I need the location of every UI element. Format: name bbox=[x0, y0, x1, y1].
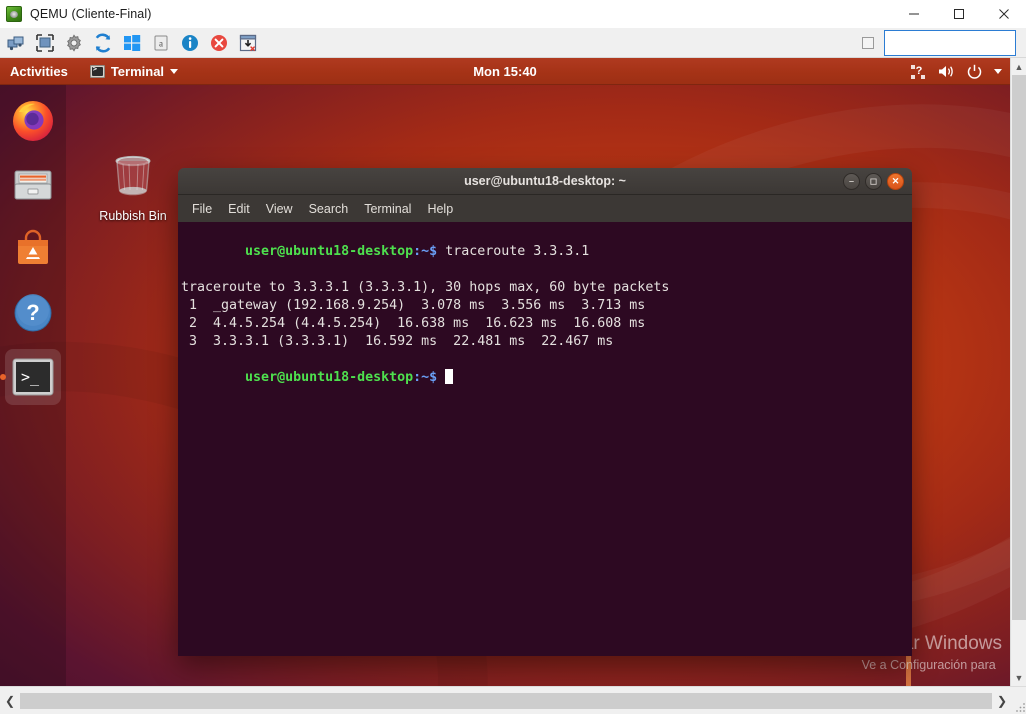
terminal-minimize-icon[interactable]: – bbox=[843, 173, 860, 190]
info-icon[interactable] bbox=[177, 30, 203, 56]
menu-terminal[interactable]: Terminal bbox=[364, 202, 411, 216]
menu-edit[interactable]: Edit bbox=[228, 202, 250, 216]
qemu-window-controls bbox=[891, 0, 1026, 28]
watermark-line2: Ve a Configuración para bbox=[862, 658, 1002, 672]
prompt-command: traceroute 3.3.3.1 bbox=[437, 244, 589, 259]
terminal-line-5: 3 3.3.3.1 (3.3.3.1) 16.592 ms 22.481 ms … bbox=[181, 333, 912, 351]
screen: QEMU (Cliente-Final) bbox=[0, 0, 1026, 714]
svg-text:?: ? bbox=[26, 300, 39, 325]
horizontal-scrollbar[interactable]: ❮ ❯ bbox=[0, 686, 1026, 714]
desktop-icon-rubbish-bin[interactable]: Rubbish Bin bbox=[96, 150, 170, 223]
terminal-line-2: traceroute to 3.3.3.1 (3.3.3.1), 30 hops… bbox=[181, 279, 912, 297]
settings-icon[interactable] bbox=[61, 30, 87, 56]
app-menu-label: Terminal bbox=[111, 64, 164, 79]
windows-icon[interactable] bbox=[119, 30, 145, 56]
dock-item-software[interactable] bbox=[5, 221, 61, 277]
qemu-toolbar: a bbox=[0, 28, 1026, 58]
qemu-window-title: QEMU (Cliente-Final) bbox=[30, 7, 151, 21]
terminal-titlebar[interactable]: user@ubuntu18-desktop: ~ – ◻ ✕ bbox=[178, 168, 912, 195]
svg-text:>_: >_ bbox=[21, 368, 40, 386]
prompt-command-2 bbox=[437, 370, 445, 385]
firefox-icon bbox=[10, 98, 56, 144]
dock-item-files[interactable] bbox=[5, 157, 61, 213]
scroll-up-icon[interactable]: ▲ bbox=[1011, 58, 1026, 75]
prompt-user: user@ubuntu18-desktop bbox=[245, 244, 413, 259]
vertical-scroll-thumb[interactable] bbox=[1012, 75, 1026, 620]
indicators-chevron-down-icon bbox=[994, 69, 1002, 74]
terminal-title-label: user@ubuntu18-desktop: ~ bbox=[464, 174, 626, 188]
terminal-window-controls: – ◻ ✕ bbox=[843, 173, 904, 190]
horizontal-scroll-thumb[interactable] bbox=[20, 693, 992, 709]
scroll-down-icon[interactable]: ▼ bbox=[1011, 669, 1026, 686]
prompt-path-2: :~$ bbox=[413, 370, 437, 385]
software-icon bbox=[11, 227, 55, 271]
dock-item-help[interactable]: ? bbox=[5, 285, 61, 341]
minimize-icon[interactable] bbox=[891, 0, 936, 28]
terminal-output[interactable]: user@ubuntu18-desktop:~$ traceroute 3.3.… bbox=[178, 222, 912, 656]
activities-button[interactable]: Activities bbox=[10, 64, 68, 79]
scroll-left-icon[interactable]: ❮ bbox=[0, 687, 20, 714]
keyboard-icon: ? bbox=[911, 65, 926, 79]
menu-help[interactable]: Help bbox=[427, 202, 453, 216]
vertical-scrollbar[interactable]: ▲ ▼ bbox=[1010, 58, 1026, 686]
power-icon bbox=[967, 64, 982, 79]
menu-search[interactable]: Search bbox=[309, 202, 349, 216]
close-icon[interactable] bbox=[981, 0, 1026, 28]
svg-text:a: a bbox=[159, 38, 163, 48]
dock-item-firefox[interactable] bbox=[5, 93, 61, 149]
terminal-line-prompt-2: user@ubuntu18-desktop:~$ bbox=[181, 351, 912, 405]
qemu-titlebar: QEMU (Cliente-Final) bbox=[0, 0, 1026, 28]
terminal-icon: >_ bbox=[11, 358, 55, 396]
document-icon[interactable]: a bbox=[148, 30, 174, 56]
refresh-icon[interactable] bbox=[90, 30, 116, 56]
scroll-right-icon[interactable]: ❯ bbox=[992, 687, 1012, 714]
terminal-icon bbox=[90, 65, 105, 78]
maximize-icon[interactable] bbox=[936, 0, 981, 28]
terminal-window: user@ubuntu18-desktop: ~ – ◻ ✕ File Edit… bbox=[178, 168, 912, 656]
trash-icon bbox=[107, 150, 159, 202]
volume-icon bbox=[938, 64, 955, 79]
terminal-line-4: 2 4.4.5.254 (4.4.5.254) 16.638 ms 16.623… bbox=[181, 315, 912, 333]
svg-text:?: ? bbox=[916, 65, 923, 77]
terminal-maximize-icon[interactable]: ◻ bbox=[865, 173, 882, 190]
menu-file[interactable]: File bbox=[192, 202, 212, 216]
terminal-cursor bbox=[445, 369, 453, 384]
dock-item-terminal[interactable]: >_ bbox=[5, 349, 61, 405]
snapshot-icon[interactable] bbox=[235, 30, 261, 56]
menu-view[interactable]: View bbox=[266, 202, 293, 216]
dock: ? >_ bbox=[0, 85, 66, 686]
terminal-menubar: File Edit View Search Terminal Help bbox=[178, 195, 912, 222]
gnome-top-bar: Activities Terminal Mon 15:40 ? bbox=[0, 58, 1010, 85]
terminal-close-icon[interactable]: ✕ bbox=[887, 173, 904, 190]
machine-icon[interactable] bbox=[3, 30, 29, 56]
terminal-line-3: 1 _gateway (192.168.9.254) 3.078 ms 3.55… bbox=[181, 297, 912, 315]
cancel-icon[interactable] bbox=[206, 30, 232, 56]
prompt-path: :~$ bbox=[413, 244, 437, 259]
help-icon: ? bbox=[12, 292, 54, 334]
app-menu-terminal[interactable]: Terminal bbox=[90, 64, 178, 79]
terminal-line-prompt-1: user@ubuntu18-desktop:~$ traceroute 3.3.… bbox=[181, 225, 912, 279]
fullscreen-icon[interactable] bbox=[32, 30, 58, 56]
chevron-down-icon bbox=[170, 69, 178, 74]
system-indicators[interactable]: ? bbox=[911, 64, 1002, 79]
toolbar-text-input[interactable] bbox=[884, 30, 1016, 56]
qemu-icon bbox=[6, 6, 22, 22]
resize-grip[interactable] bbox=[1012, 687, 1026, 714]
files-icon bbox=[11, 163, 55, 207]
prompt-user-2: user@ubuntu18-desktop bbox=[245, 370, 413, 385]
desktop-icon-label: Rubbish Bin bbox=[96, 209, 170, 223]
toolbar-checkbox[interactable] bbox=[862, 37, 874, 49]
